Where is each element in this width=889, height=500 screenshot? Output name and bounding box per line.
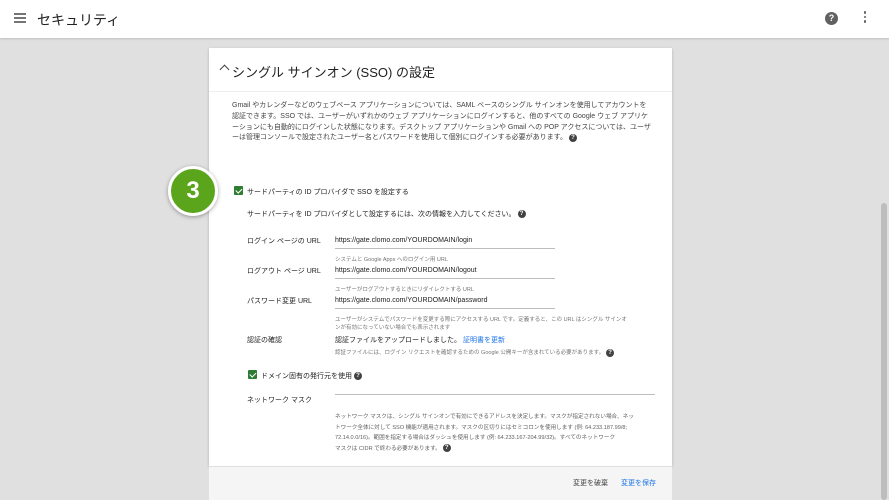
netmask-label: ネットワーク マスク	[247, 397, 312, 404]
help-icon[interactable]: ?	[354, 372, 362, 381]
update-cert-link[interactable]: 証明書を更新	[463, 337, 505, 344]
password-url-hint-line2: ンが有効になっていない場合でも表示されます	[335, 325, 451, 331]
page-scrollbar[interactable]	[881, 203, 887, 500]
save-changes-button[interactable]: 変更を保存	[621, 478, 656, 488]
sso-intro-label: サードパーティを ID プロバイダとして設定するには、次の情報を入力してください…	[247, 211, 516, 218]
card-title: シングル サインオン (SSO) の設定	[232, 65, 435, 80]
sso-enable-checkbox[interactable]	[234, 186, 243, 195]
logout-url-label: ログアウト ページ URL	[247, 268, 321, 275]
cert-hint: 認証ファイルには、ログイン リクエストを確認するための Google 公開キーが…	[335, 348, 615, 357]
help-icon[interactable]: ?	[606, 348, 615, 357]
page-title: セキュリティ	[37, 12, 121, 28]
netmask-hint-line2: トワーク全体に対して SSO 機能が適用されます。マスクの区切りにはセミコロンを…	[335, 424, 628, 431]
netmask-hint-line3: 72.14.0.0/16)。範囲を指定する場合はダッシュを使用します (例: 6…	[335, 435, 616, 441]
logout-url-hint: ユーザーがログアウトするときにリダイレクトする URL	[335, 287, 474, 293]
login-url-label: ログイン ページの URL	[247, 238, 321, 245]
cert-hint-text: 認証ファイルには、ログイン リクエストを確認するための Google 公開キーが…	[335, 350, 605, 356]
domain-issuer-label: ドメイン固有の発行元を使用	[261, 373, 352, 380]
netmask-hint-line4: マスクは CIDR で終わる必要があります。?	[335, 444, 655, 455]
sso-description-text: Gmail やカレンダーなどのウェブベース アプリケーションについては、SAML…	[232, 102, 651, 142]
login-url-input[interactable]: https://gate.clomo.com/YOURDOMAIN/login	[335, 237, 555, 249]
top-app-bar: セキュリティ ?	[0, 0, 889, 38]
netmask-hint-line4-text: マスクは CIDR で終わる必要があります。	[335, 445, 441, 452]
netmask-hint-line1: ネットワーク マスクは、シングル サインオンで有効にできるアドレスを決定します。…	[335, 414, 634, 420]
password-url-input[interactable]: https://gate.clomo.com/YOURDOMAIN/passwo…	[335, 297, 555, 309]
cert-label: 認証の確認	[247, 337, 282, 344]
chevron-up-icon[interactable]	[219, 64, 230, 75]
password-url-label: パスワード変更 URL	[247, 298, 312, 305]
domain-issuer-checkbox[interactable]	[248, 370, 257, 379]
logout-url-input[interactable]: https://gate.clomo.com/YOURDOMAIN/logout	[335, 267, 555, 279]
password-url-hint-line1: ユーザーがシステムでパスワードを変更する際にアクセスする URL です。定義する…	[335, 317, 627, 323]
more-vert-icon[interactable]	[862, 11, 868, 27]
netmask-textarea[interactable]: ネットワーク マスクは、シングル サインオンで有効にできるアドレスを決定します。…	[335, 394, 655, 454]
sso-enable-label: サードパーティの ID プロバイダで SSO を設定する	[247, 189, 409, 196]
discard-changes-button[interactable]: 変更を破棄	[573, 478, 608, 488]
card-header[interactable]: シングル サインオン (SSO) の設定	[209, 48, 672, 92]
hamburger-menu-icon[interactable]	[14, 13, 26, 23]
help-icon[interactable]: ?	[517, 210, 526, 219]
cert-status: 認証ファイルをアップロードしました。 証明書を更新	[335, 335, 505, 345]
step-number-badge: 3	[168, 166, 218, 216]
domain-issuer-row: ドメイン固有の発行元を使用?	[261, 371, 362, 381]
help-circle-icon[interactable]: ?	[825, 12, 838, 25]
sso-description: Gmail やカレンダーなどのウェブベース アプリケーションについては、SAML…	[232, 101, 652, 144]
help-icon[interactable]: ?	[568, 133, 577, 142]
sso-intro-text: サードパーティを ID プロバイダとして設定するには、次の情報を入力してください…	[247, 209, 526, 219]
cert-status-text: 認証ファイルをアップロードしました。	[335, 337, 461, 344]
login-url-hint: システムと Google Apps へのログイン用 URL	[335, 257, 448, 263]
help-icon[interactable]: ?	[442, 444, 451, 453]
